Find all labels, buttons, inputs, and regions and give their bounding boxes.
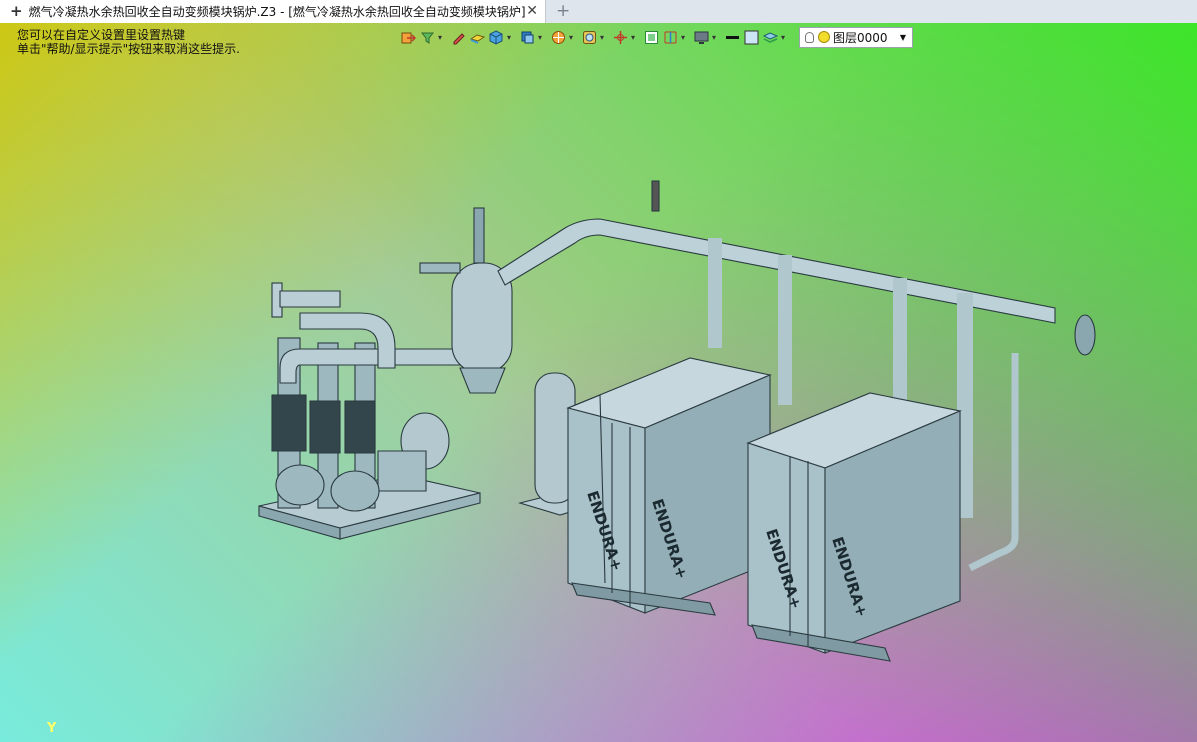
y-axis-indicator: Y <box>47 721 57 736</box>
plus-icon[interactable]: + <box>556 2 570 20</box>
close-icon[interactable]: ✕ <box>526 3 538 19</box>
3d-viewport[interactable]: 您可以在自定义设置里设置热键 单击"帮助/显示提示"按钮来取消这些提示. ▾ ▾… <box>0 23 1197 742</box>
document-tab[interactable]: + 燃气冷凝热水余热回收全自动变频模块锅炉.Z3 - [燃气冷凝热水余热回收全自… <box>0 0 546 23</box>
document-tab-title: 燃气冷凝热水余热回收全自动变频模块锅炉.Z3 - [燃气冷凝热水余热回收全自动变… <box>28 5 526 19</box>
pin-icon[interactable]: + <box>10 4 23 19</box>
tab-bar: + 燃气冷凝热水余热回收全自动变频模块锅炉.Z3 - [燃气冷凝热水余热回收全自… <box>0 0 1197 24</box>
boiler-module-1 <box>566 357 772 616</box>
pump-skid <box>258 282 481 540</box>
boiler-assembly-model[interactable]: ENDURA+ ENDURA+ ENDURA+ ENDURA+ <box>0 23 1197 742</box>
